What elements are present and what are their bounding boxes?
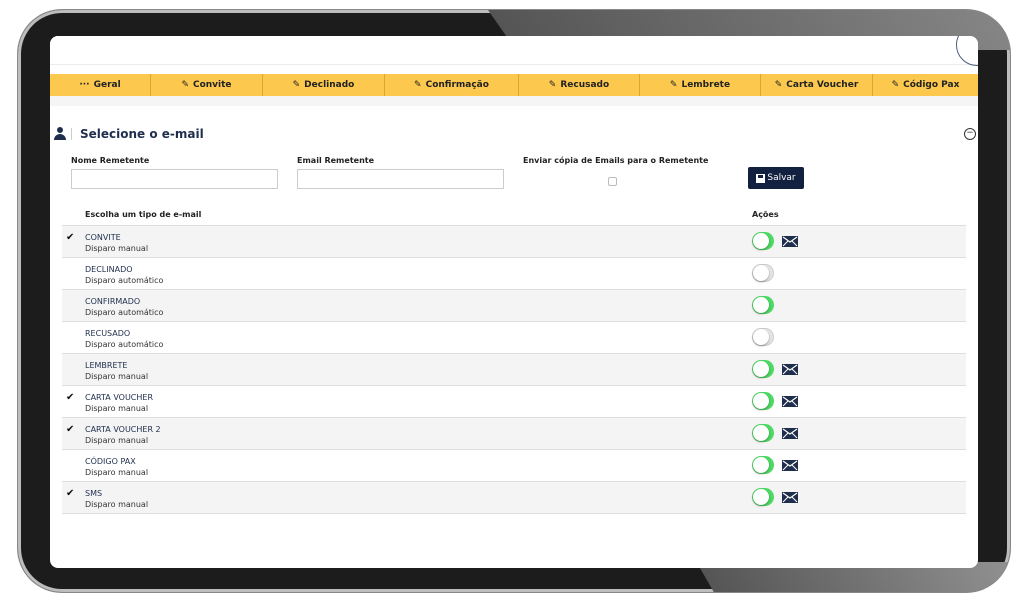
tab-declinado[interactable]: ✎ Declinado <box>263 74 385 96</box>
email-type-name: CONFIRMADO <box>85 297 141 306</box>
email-type-name: DECLINADO <box>85 265 133 274</box>
dots-icon: ··· <box>79 80 90 90</box>
table-row[interactable]: ✔ CONVITE Disparo manual <box>62 226 966 258</box>
save-button[interactable]: Salvar <box>748 167 804 189</box>
divider <box>71 128 72 140</box>
envelope-icon[interactable] <box>782 396 798 407</box>
toggle-knob <box>753 489 769 505</box>
pencil-icon: ✎ <box>548 80 557 90</box>
tab-recusado[interactable]: ✎ Recusado <box>519 74 640 96</box>
envelope-icon[interactable] <box>782 364 798 375</box>
floppy-disk-icon <box>756 173 766 183</box>
toggle-knob <box>753 329 769 345</box>
table-row[interactable]: CONFIRMADO Disparo automático <box>62 290 966 322</box>
profile-circle-icon[interactable] <box>956 36 978 66</box>
dispatch-mode: Disparo automático <box>85 308 164 317</box>
tab-bar: ··· Geral ✎ Convite ✎ Declinado ✎ Confirmaçã… <box>50 74 978 96</box>
envelope-icon[interactable] <box>782 428 798 439</box>
dispatch-mode: Disparo manual <box>85 468 149 477</box>
tab-carta-voucher[interactable]: ✎ Carta Voucher <box>761 74 873 96</box>
sender-email-input[interactable] <box>297 169 504 189</box>
top-bar <box>50 36 978 66</box>
toggle-knob <box>753 361 769 377</box>
enable-toggle[interactable] <box>752 328 774 346</box>
copy-sender-checkbox[interactable] <box>608 177 617 186</box>
sender-name-label: Nome Remetente <box>71 156 150 165</box>
toggle-knob <box>753 297 769 313</box>
checkmark-icon: ✔ <box>66 392 75 403</box>
enable-toggle[interactable] <box>752 488 774 506</box>
email-type-name: CÓDIGO PAX <box>85 457 136 466</box>
enable-toggle[interactable] <box>752 232 774 250</box>
app-screen: ··· Geral ✎ Convite ✎ Declinado ✎ Confirmaçã… <box>50 36 978 568</box>
table-row[interactable]: LEMBRETE Disparo manual <box>62 354 966 386</box>
user-icon <box>53 127 67 141</box>
toggle-knob <box>753 233 769 249</box>
pencil-icon: ✎ <box>669 80 678 90</box>
tab-convite[interactable]: ✎ Convite <box>151 74 263 96</box>
dispatch-mode: Disparo manual <box>85 244 149 253</box>
table-row[interactable]: DECLINADO Disparo automático <box>62 258 966 290</box>
email-type-name: CARTA VOUCHER <box>85 393 154 402</box>
toggle-knob <box>753 393 769 409</box>
table-row[interactable]: ✔ CARTA VOUCHER 2 Disparo manual <box>62 418 966 450</box>
envelope-icon[interactable] <box>782 236 798 247</box>
sender-email-label: Email Remetente <box>297 156 375 165</box>
tab-geral[interactable]: ··· Geral <box>50 74 151 96</box>
pencil-icon: ✎ <box>414 80 422 90</box>
tab-codigo-pax[interactable]: ✎ Código Pax <box>873 74 978 96</box>
checkmark-icon: ✔ <box>66 488 75 499</box>
table-row[interactable]: ✔ CARTA VOUCHER Disparo manual <box>62 386 966 418</box>
dispatch-mode: Disparo manual <box>85 404 149 413</box>
enable-toggle[interactable] <box>752 424 774 442</box>
pencil-icon: ✎ <box>891 80 900 90</box>
tablet-frame: ··· Geral ✎ Convite ✎ Declinado ✎ Confirmaçã… <box>18 10 1010 592</box>
tab-shadow-band <box>50 96 978 106</box>
toggle-knob <box>753 425 769 441</box>
toggle-knob <box>753 457 769 473</box>
enable-toggle[interactable] <box>752 456 774 474</box>
pencil-icon: ✎ <box>292 80 301 90</box>
column-header-type: Escolha um tipo de e-mail <box>85 210 202 219</box>
checkmark-icon: ✔ <box>66 424 75 435</box>
envelope-icon[interactable] <box>782 492 798 503</box>
table-row[interactable]: RECUSADO Disparo automático <box>62 322 966 354</box>
dispatch-mode: Disparo manual <box>85 500 149 509</box>
enable-toggle[interactable] <box>752 392 774 410</box>
table-row[interactable]: CÓDIGO PAX Disparo manual <box>62 450 966 482</box>
dispatch-mode: Disparo automático <box>85 276 164 285</box>
email-type-list: ✔ CONVITE Disparo manual DECLINADO Disparo a… <box>62 226 966 514</box>
dispatch-mode: Disparo manual <box>85 436 149 445</box>
collapse-icon[interactable]: − <box>964 128 976 140</box>
toggle-knob <box>753 265 769 281</box>
enable-toggle[interactable] <box>752 296 774 314</box>
email-type-name: SMS <box>85 489 103 498</box>
column-header-actions: Ações <box>752 210 779 219</box>
section-header: Selecione o e-mail <box>50 126 204 142</box>
tab-lembrete[interactable]: ✎ Lembrete <box>640 74 761 96</box>
envelope-icon[interactable] <box>782 460 798 471</box>
dispatch-mode: Disparo manual <box>85 372 149 381</box>
email-type-name: RECUSADO <box>85 329 131 338</box>
copy-sender-label: Enviar cópia de Emails para o Remetente <box>523 156 709 165</box>
email-type-name: CARTA VOUCHER 2 <box>85 425 161 434</box>
sender-name-input[interactable] <box>71 169 278 189</box>
pencil-icon: ✎ <box>181 80 189 90</box>
tab-confirmacao[interactable]: ✎ Confirmação <box>385 74 519 96</box>
checkmark-icon: ✔ <box>66 232 75 243</box>
enable-toggle[interactable] <box>752 264 774 282</box>
pencil-icon: ✎ <box>774 80 783 90</box>
table-row[interactable]: ✔ SMS Disparo manual <box>62 482 966 514</box>
enable-toggle[interactable] <box>752 360 774 378</box>
email-type-name: CONVITE <box>85 233 121 242</box>
email-type-name: LEMBRETE <box>85 361 128 370</box>
section-title: Selecione o e-mail <box>80 127 204 141</box>
dispatch-mode: Disparo automático <box>85 340 164 349</box>
